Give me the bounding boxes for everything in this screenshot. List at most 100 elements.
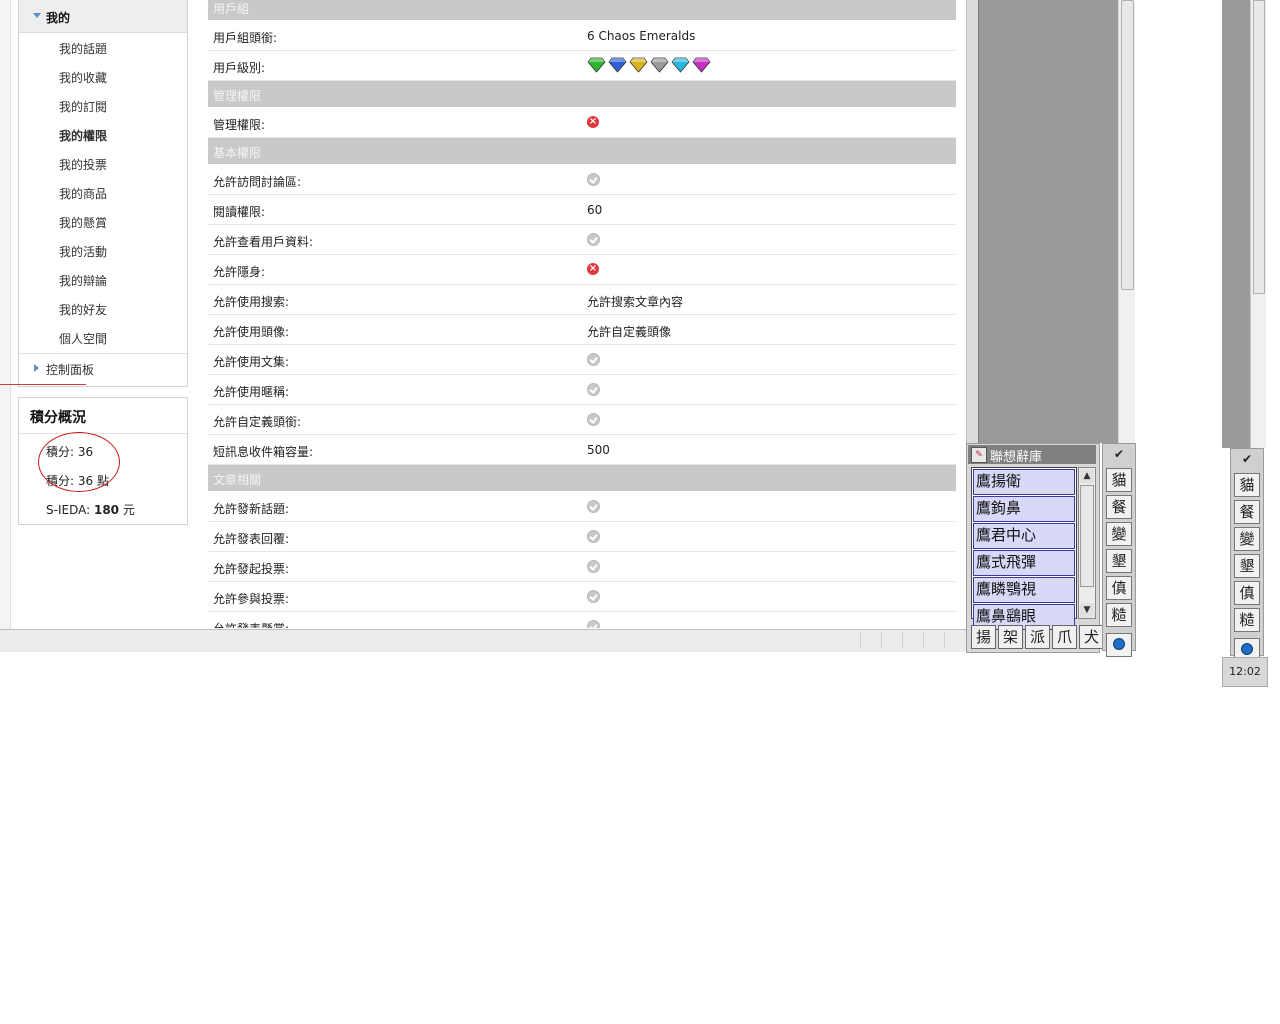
checkmark-icon[interactable]: ✔ [1107,447,1131,465]
sieda-value: 180 [93,503,120,517]
sidebar-item-my-rewards[interactable]: 我的懸賞 [59,214,107,231]
sidebar-item-my-favorites[interactable]: 我的收藏 [59,69,107,86]
scroll-down-icon[interactable]: ▼ [1080,603,1094,617]
section-title: 文章相關 [213,473,262,487]
table-row: 用戶組頭銜: 6 Chaos Emeralds [208,21,956,51]
ime-radical-button[interactable]: 架 [998,625,1023,649]
divider [19,433,187,434]
ime-radical-button[interactable]: 揚 [971,625,996,649]
checkmark-icon[interactable]: ✔ [1235,452,1259,470]
emerald-icon [608,57,627,73]
check-icon [587,353,600,366]
window-edge [0,0,11,630]
ime-char-button[interactable]: 傎 [1234,581,1260,605]
sidebar-item-my-debates[interactable]: 我的辯論 [59,272,107,289]
sidebar-item-my-activities[interactable]: 我的活動 [59,243,107,260]
ime-radical-button[interactable]: 爪 [1052,625,1077,649]
sidebar-item-my-goods[interactable]: 我的商品 [59,185,107,202]
ime-char-button[interactable]: 糙 [1106,603,1132,627]
row-label: 允許使用暱稱: [213,385,290,399]
triangle-right-icon [34,364,39,372]
ime-char-button[interactable]: 變 [1106,522,1132,546]
ime-char-button[interactable]: 糙 [1234,608,1260,632]
ime-toolbar: ✔ 貓 餐 變 墾 傎 糙 [1102,443,1136,657]
points-title: 積分概況 [30,410,86,426]
row-value: 允許自定義頭像 [587,325,672,339]
check-icon [587,620,600,628]
scroll-up-icon[interactable]: ▲ [1080,469,1094,483]
cross-icon: × [587,263,599,275]
row-label: 允許訪問討論區: [213,175,302,189]
ime-char-button[interactable]: 貓 [1106,468,1132,492]
section-title: 管理權限 [213,89,262,103]
ime-candidate[interactable]: 鷹揚衛 [973,469,1075,495]
table-row: 允許發表回覆: [208,522,956,552]
ime-candidate[interactable]: 鷹鉤鼻 [973,496,1075,522]
sidebar-item-personal-space[interactable]: 個人空間 [59,330,107,347]
sieda-label: S-IEDA: [46,503,91,517]
row-label: 管理權限: [213,118,266,132]
cross-icon: × [587,116,599,128]
ime-candidate[interactable]: 鷹式飛彈 [973,550,1075,576]
pin-icon[interactable] [1106,633,1132,657]
ime-char-button[interactable]: 墾 [1106,549,1132,573]
ime-title-bar[interactable]: ✎ 聯想辭庫 [968,445,1096,465]
scrollbar-thumb[interactable] [1253,0,1265,294]
check-icon [587,173,600,186]
background-panel [978,0,1119,443]
table-row: 允許使用文集: [208,345,956,375]
ime-radical-button[interactable]: 派 [1025,625,1050,649]
ime-char-button[interactable]: 貓 [1234,473,1260,497]
check-icon [587,413,600,426]
emerald-icon [629,57,648,73]
ime-char-button[interactable]: 變 [1234,527,1260,551]
ime-char-button[interactable]: 墾 [1234,554,1260,578]
sidebar-header[interactable]: 我的 [19,0,187,33]
ime-candidate[interactable]: 鷹君中心 [973,523,1075,549]
sieda-unit: 元 [122,503,135,517]
ime-char-button[interactable]: 餐 [1234,500,1260,524]
row-label: 允許隱身: [213,265,266,279]
sidebar-item-my-friends[interactable]: 我的好友 [59,301,107,318]
sidebar-item-my-polls[interactable]: 我的投票 [59,156,107,173]
status-cell [923,632,944,648]
ime-candidate[interactable]: 鷹瞵鶚視 [973,577,1075,603]
ime-title: 聯想辭庫 [990,450,1043,465]
user-level-gems [587,57,711,73]
sidebar-item-control-panel[interactable]: 控制面板 [46,361,94,378]
row-label: 允許發新話題: [213,502,290,516]
row-label: 允許查看用戶資料: [213,235,314,249]
scrollbar-thumb[interactable] [1080,485,1094,587]
scrollbar-thumb[interactable] [1121,0,1134,290]
row-label: 允許使用搜索: [213,295,290,309]
permissions-table: 用戶組 用戶組頭銜: 6 Chaos Emeralds 用戶級別: 管理權限 管理權限: ×… [208,0,956,628]
table-row: 允許發起投票: [208,552,956,582]
status-cell [944,632,965,648]
ime-char-button[interactable]: 傎 [1106,576,1132,600]
ime-radical-button[interactable]: 犬 [1079,625,1104,649]
ime-word-panel: ✎ 聯想辭庫 鷹揚衛 鷹鉤鼻 鷹君中心 鷹式飛彈 鷹瞵鶚視 鷹鼻鷂眼 ▲ ▼ 揚… [966,443,1104,653]
section-title: 基本權限 [213,146,262,160]
page-scrollbar[interactable] [1118,0,1135,443]
table-row: 允許使用搜索: 允許搜索文章內容 [208,285,956,315]
sidebar-item-my-subscriptions[interactable]: 我的訂閱 [59,98,107,115]
sidebar-item-my-permissions[interactable]: 我的權限 [59,127,107,144]
ime-radical-row: 揚 架 派 爪 犬 [971,625,1106,649]
table-row: 允許發新話題: [208,492,956,522]
table-row: 允許查看用戶資料: [208,225,956,255]
sidebar-nav: 我的 我的話題 我的收藏 我的訂閱 我的權限 我的投票 我的商品 我的懸賞 我的… [18,0,188,387]
ime-scrollbar[interactable]: ▲ ▼ [1078,467,1096,619]
sidebar-header-label: 我的 [46,11,71,25]
table-row: 閱讀權限: 60 [208,195,956,225]
taskbar-clock[interactable]: 12:02 [1222,657,1268,687]
check-icon [587,500,600,513]
table-row: 允許使用暱稱: [208,375,956,405]
ime-char-button[interactable]: 餐 [1106,495,1132,519]
secondary-scrollbar[interactable] [1250,0,1266,448]
sidebar-item-my-topics[interactable]: 我的話題 [59,40,107,57]
app-window: 我的 我的話題 我的收藏 我的訂閱 我的權限 我的投票 我的商品 我的懸賞 我的… [0,0,1280,1024]
browser-status-bar [0,629,968,652]
red-annotation-line [0,384,86,385]
status-cell [881,632,902,648]
status-bar-cells [860,632,965,648]
